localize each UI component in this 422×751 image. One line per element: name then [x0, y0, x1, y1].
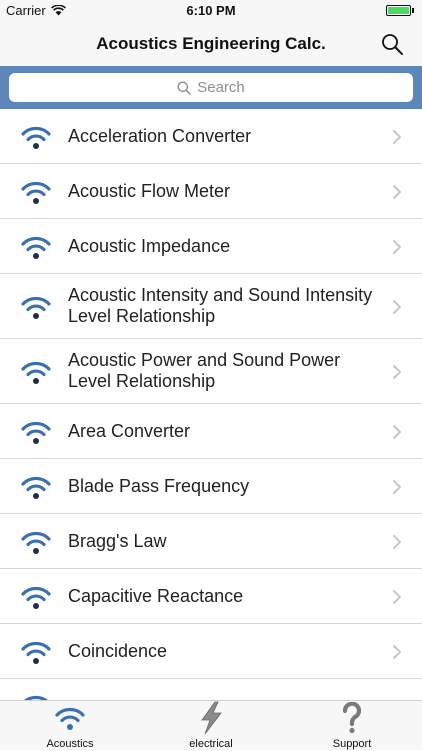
search-icon[interactable] [380, 32, 404, 56]
list-item[interactable]: Acoustic Power and Sound Power Level Rel… [0, 339, 422, 404]
wifi-icon [21, 361, 51, 384]
list-item[interactable]: Blade Pass Frequency [0, 459, 422, 514]
chevron-right-icon [393, 364, 401, 379]
tab-label: Acoustics [46, 738, 94, 750]
wifi-icon [21, 586, 51, 609]
list-item-label: Acoustic Impedance [68, 236, 231, 256]
question-icon [342, 702, 362, 734]
list-item-label: Bragg's Law [68, 531, 167, 551]
list-item[interactable]: Capacitive Reactance [0, 569, 422, 624]
list-item-label: Blade Pass Frequency [68, 476, 250, 496]
tab-label: Support [332, 738, 372, 750]
wifi-icon [21, 476, 51, 499]
wifi-icon [21, 421, 51, 444]
wifi-icon [21, 181, 51, 204]
chevron-right-icon [393, 184, 401, 199]
list-item[interactable]: Coincidence [0, 624, 422, 679]
wifi-icon [24, 695, 48, 700]
chevron-right-icon [393, 299, 401, 314]
wifi-icon [55, 707, 85, 730]
tab-label: electrical [189, 738, 233, 750]
chevron-right-icon [393, 424, 401, 439]
chevron-right-icon [393, 129, 401, 144]
tab-electrical[interactable]: electrical [141, 701, 281, 751]
list-item-label: Acceleration Converter [68, 126, 252, 146]
chevron-right-icon [393, 239, 401, 254]
wifi-icon [21, 126, 51, 149]
list-item[interactable]: Acceleration Converter [0, 109, 422, 164]
tab-acoustics[interactable]: Acoustics [0, 703, 140, 751]
tab-support[interactable]: Support [282, 702, 422, 751]
list-item[interactable]: Acoustic Impedance [0, 219, 422, 274]
wifi-icon [21, 641, 51, 664]
battery-icon [386, 5, 414, 16]
page-title: Acoustics Engineering Calc. [96, 34, 326, 53]
calculator-list: Acceleration Converter Acoustic Flow Mete… [0, 109, 422, 700]
list-item-label: Capacitive Reactance [68, 586, 244, 606]
list-item-label: Acoustic Intensity and Sound Intensity L… [68, 285, 373, 326]
wifi-icon [21, 531, 51, 554]
list-item-label: Acoustic Power and Sound Power Level Rel… [68, 350, 341, 391]
tab-bar: Acoustics electrical Support [0, 700, 422, 750]
list-item[interactable] [0, 679, 422, 700]
status-time: 6:10 PM [186, 3, 236, 18]
list-item[interactable]: Bragg's Law [0, 514, 422, 569]
list-item-label: Coincidence [68, 641, 168, 661]
chevron-right-icon [393, 479, 401, 494]
status-bar: Carrier 6:10 PM [0, 0, 422, 22]
list-item-label: Acoustic Flow Meter [68, 181, 231, 201]
navigation-bar: Acoustics Engineering Calc. [0, 22, 422, 66]
wifi-icon [21, 296, 51, 319]
wifi-icon [21, 236, 51, 259]
chevron-right-icon [393, 534, 401, 549]
chevron-right-icon [393, 589, 401, 604]
magnifier-icon [177, 81, 191, 95]
search-input[interactable]: Search [9, 73, 413, 102]
list-item[interactable]: Acoustic Intensity and Sound Intensity L… [0, 274, 422, 339]
lightning-icon [201, 701, 222, 735]
list-item[interactable]: Area Converter [0, 404, 422, 459]
search-bar: Search [0, 66, 422, 109]
list-item-label: Area Converter [68, 421, 191, 441]
chevron-right-icon [393, 644, 401, 659]
list-item[interactable]: Acoustic Flow Meter [0, 164, 422, 219]
search-placeholder: Search [197, 79, 245, 96]
